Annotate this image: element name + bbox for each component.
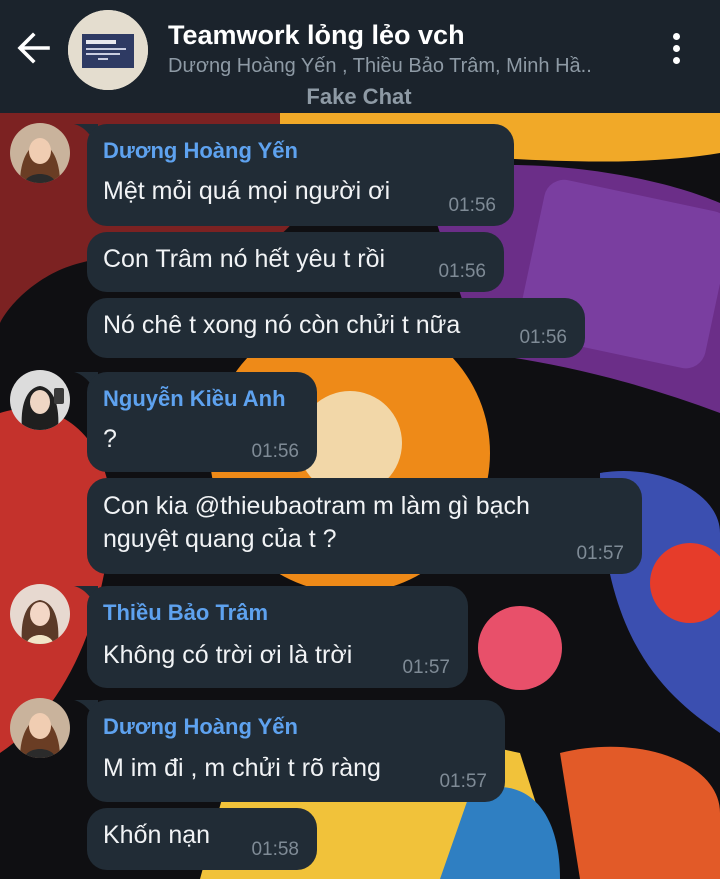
group-members: Dương Hoàng Yến , Thiều Bảo Trâm, Minh H… bbox=[168, 55, 592, 77]
back-button[interactable] bbox=[10, 24, 58, 72]
message-bubble[interactable]: Thiều Bảo Trâm Không có trời ơi là trời … bbox=[87, 586, 468, 688]
sender-name[interactable]: Dương Hoàng Yến bbox=[103, 138, 298, 164]
more-options-button[interactable] bbox=[656, 28, 696, 68]
avatar[interactable] bbox=[10, 370, 70, 430]
message-time: 01:56 bbox=[438, 261, 486, 282]
message-bubble[interactable]: Dương Hoàng Yến Mệt mỏi quá mọi người ơi… bbox=[87, 124, 514, 226]
chat-header: Teamwork lỏng lẻo vch Dương Hoàng Yến , … bbox=[0, 0, 720, 113]
group-title[interactable]: Teamwork lỏng lẻo vch bbox=[168, 20, 465, 51]
message-time: 01:57 bbox=[439, 771, 487, 792]
message-time: 01:56 bbox=[519, 327, 567, 348]
chat-subtitle: Fake Chat bbox=[306, 84, 412, 109]
message-text: Nó chê t xong nó còn chửi t nữa bbox=[103, 311, 461, 339]
message-bubble[interactable]: Con kia @thieubaotram m làm gì bạch nguy… bbox=[87, 478, 642, 574]
avatar[interactable] bbox=[10, 584, 70, 644]
more-vertical-icon bbox=[672, 32, 680, 40]
sender-name[interactable]: Dương Hoàng Yến bbox=[103, 714, 298, 740]
message-time: 01:56 bbox=[251, 441, 299, 462]
message-bubble[interactable]: Nó chê t xong nó còn chửi t nữa 01:56 bbox=[87, 298, 585, 358]
arrow-left-icon bbox=[17, 32, 50, 64]
message-text: ? bbox=[103, 425, 117, 453]
message-text: Con Trâm nó hết yêu t rồi bbox=[103, 245, 386, 273]
message-bubble[interactable]: Con Trâm nó hết yêu t rồi 01:56 bbox=[87, 232, 504, 292]
message-text: Khốn nạn bbox=[103, 821, 211, 849]
message-bubble[interactable]: Dương Hoàng Yến M im đi , m chửi t rõ rà… bbox=[87, 700, 505, 802]
message-bubble[interactable]: Nguyễn Kiều Anh ? 01:56 bbox=[87, 372, 317, 472]
sender-name[interactable]: Thiều Bảo Trâm bbox=[103, 600, 268, 626]
message-time: 01:56 bbox=[448, 195, 496, 216]
message-text: M im đi , m chửi t rõ ràng bbox=[103, 754, 381, 782]
sender-name[interactable]: Nguyễn Kiều Anh bbox=[103, 386, 286, 412]
message-bubble[interactable]: Khốn nạn 01:58 bbox=[87, 808, 317, 870]
message-text: Không có trời ơi là trời bbox=[103, 641, 353, 669]
avatar[interactable] bbox=[10, 123, 70, 183]
message-text: Mệt mỏi quá mọi người ơi bbox=[103, 177, 391, 205]
message-time: 01:57 bbox=[402, 657, 450, 678]
message-time: 01:57 bbox=[576, 543, 624, 564]
message-time: 01:58 bbox=[251, 839, 299, 860]
message-text: Con kia @thieubaotram m làm gì bạch nguy… bbox=[103, 492, 530, 553]
avatar[interactable] bbox=[10, 698, 70, 758]
group-avatar[interactable] bbox=[68, 10, 148, 90]
